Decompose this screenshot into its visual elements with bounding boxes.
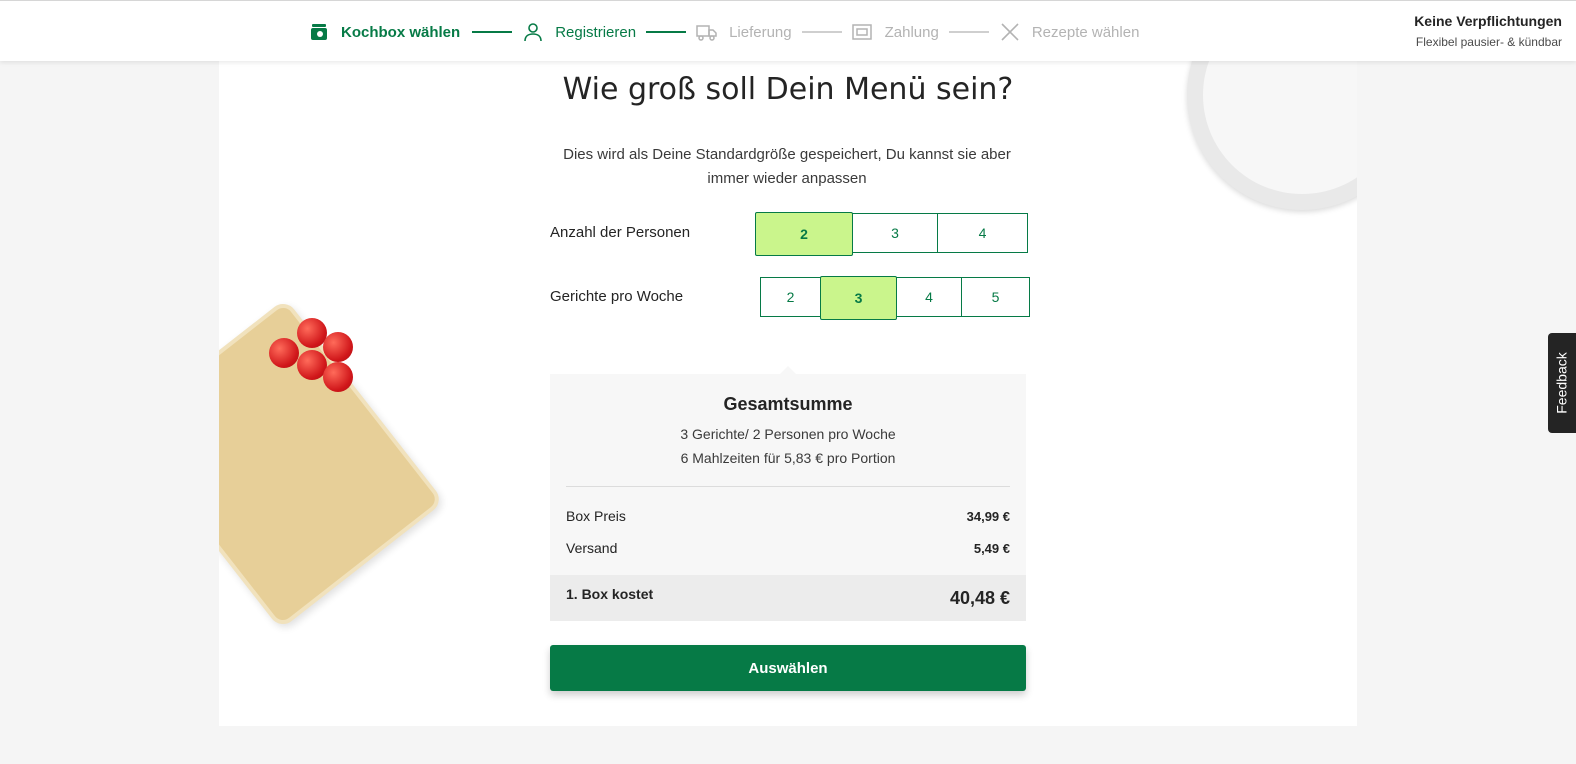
step-kochbox[interactable]: Kochbox wählen [308, 21, 460, 43]
page-title: Wie groß soll Dein Menü sein? [562, 72, 1014, 107]
summary-divider [566, 486, 1010, 487]
meals-option-5[interactable]: 5 [961, 277, 1030, 317]
box-icon [308, 21, 330, 43]
summary-portion-price: 6 Mahlzeiten für 5,83 € pro Portion [680, 450, 896, 466]
commitment-subtitle: Flexibel pausier- & kündbar [1415, 35, 1562, 49]
user-icon [522, 21, 544, 43]
step-label: Lieferung [729, 23, 792, 41]
step-connector [646, 31, 687, 33]
step-connector [472, 31, 513, 33]
step-lieferung: Lieferung [696, 21, 792, 43]
wallet-icon [851, 21, 874, 43]
shipping-row: Versand 5,49 € [566, 540, 1010, 556]
box-price-label: Box Preis [566, 508, 626, 524]
tomato-image [323, 362, 353, 392]
commitment-title: Keine Verpflichtungen [1414, 13, 1562, 29]
cutlery-icon [999, 21, 1021, 43]
shipping-value: 5,49 € [973, 540, 1010, 556]
step-label: Registrieren [555, 23, 637, 41]
step-registrieren[interactable]: Registrieren [522, 21, 636, 43]
step-connector [801, 31, 842, 33]
tomato-image [323, 332, 353, 362]
total-value: 40,48 € [949, 587, 1010, 608]
meals-option-4[interactable]: 4 [896, 277, 962, 317]
price-summary: Gesamtsumme 3 Gerichte/ 2 Personen pro W… [550, 366, 1026, 621]
step-label: Zahlung [884, 23, 939, 41]
box-price-row: Box Preis 34,99 € [566, 508, 1010, 524]
meals-selector: 2 3 4 5 [760, 276, 1030, 320]
step-zahlung: Zahlung [851, 21, 939, 43]
persons-option-2[interactable]: 2 [755, 212, 853, 256]
commitment-info: Keine Verpflichtungen Flexibel pausier- … [1414, 13, 1562, 49]
meals-label: Gerichte pro Woche [550, 288, 684, 305]
box-price-value: 34,99 € [966, 508, 1010, 524]
tomato-image [269, 338, 299, 368]
feedback-label: Feedback [1554, 352, 1571, 414]
persons-selector: 2 3 4 [755, 212, 1028, 256]
step-connector [948, 31, 989, 33]
meals-option-2[interactable]: 2 [760, 277, 821, 317]
step-rezepte: Rezepte wählen [999, 21, 1140, 43]
top-header: Kochbox wählen Registrieren Lieferung Za… [0, 0, 1576, 61]
feedback-tab[interactable]: Feedback [1548, 333, 1576, 433]
main-panel: Wie groß soll Dein Menü sein? Dies wird … [219, 60, 1357, 726]
step-label: Rezepte wählen [1031, 23, 1140, 41]
page-subtitle: Dies wird als Deine Standardgröße gespei… [563, 146, 1011, 187]
shipping-label: Versand [566, 540, 618, 556]
select-button[interactable]: Auswählen [550, 645, 1026, 691]
meals-option-3[interactable]: 3 [820, 276, 897, 320]
persons-option-4[interactable]: 4 [937, 213, 1028, 253]
summary-plan: 3 Gerichte/ 2 Personen pro Woche [680, 426, 896, 442]
persons-option-3[interactable]: 3 [852, 213, 938, 253]
persons-label: Anzahl der Personen [550, 224, 691, 241]
summary-title: Gesamtsumme [723, 394, 853, 414]
progress-steps: Kochbox wählen Registrieren Lieferung Za… [308, 15, 1139, 49]
step-label: Kochbox wählen [341, 23, 461, 41]
total-label: 1. Box kostet [566, 586, 654, 602]
truck-icon [696, 21, 718, 43]
total-row: 1. Box kostet 40,48 € [550, 575, 1026, 621]
